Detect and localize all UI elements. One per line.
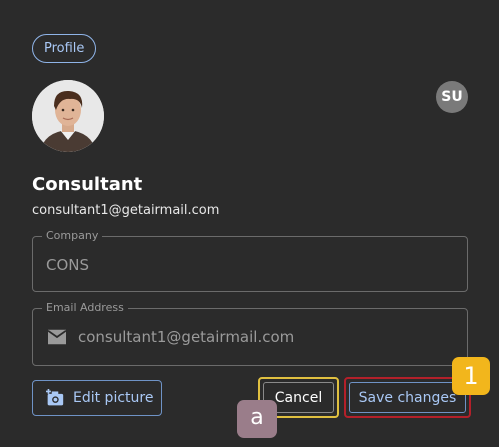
profile-dialog: Profile SU Consultant consultant1@getair… bbox=[0, 0, 499, 447]
profile-chip[interactable]: Profile bbox=[32, 34, 97, 63]
user-initials-avatar[interactable]: SU bbox=[436, 81, 468, 113]
company-field-label: Company bbox=[42, 229, 103, 242]
user-name: Consultant bbox=[32, 174, 143, 195]
mail-icon bbox=[47, 329, 67, 345]
user-email: consultant1@getairmail.com bbox=[32, 203, 220, 218]
profile-photo bbox=[32, 80, 104, 152]
email-field-label: Email Address bbox=[42, 301, 128, 314]
person-portrait-icon bbox=[32, 80, 104, 152]
company-field[interactable]: Company CONS bbox=[32, 229, 468, 292]
annotation-badge-a: a bbox=[237, 400, 277, 438]
annotation-badge-1: 1 bbox=[452, 357, 490, 395]
save-changes-label: Save changes bbox=[349, 382, 466, 413]
company-field-value[interactable]: CONS bbox=[46, 256, 89, 274]
email-field-value[interactable]: consultant1@getairmail.com bbox=[78, 328, 294, 346]
edit-picture-button[interactable]: Edit picture bbox=[32, 380, 162, 416]
edit-picture-label: Edit picture bbox=[73, 390, 154, 406]
add-photo-icon bbox=[46, 389, 64, 406]
email-address-field[interactable]: Email Address consultant1@getairmail.com bbox=[32, 301, 468, 366]
